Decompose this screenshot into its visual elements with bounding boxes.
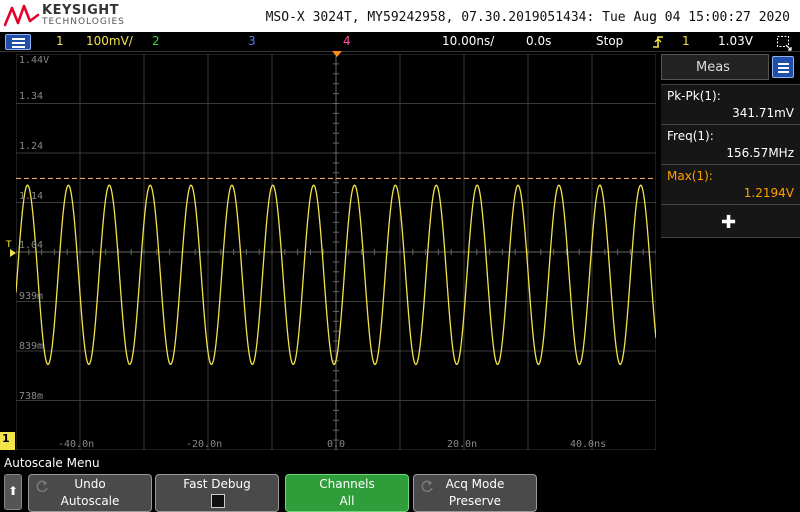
side-menu-button[interactable] [772,56,794,78]
y-tick-label: 1.24 [19,141,44,152]
meas-value: 1.2194V [743,186,794,200]
menu-icon [778,63,789,65]
ch1-label[interactable]: 1 [56,34,64,48]
undo-autoscale-button[interactable]: Undo Autoscale [28,474,152,512]
softkey-label: Undo [74,477,106,491]
ch2-label[interactable]: 2 [152,34,160,48]
y-tick-label: 1.34 [19,91,44,102]
y-tick-label: 1.04 [19,240,44,251]
x-tick-label: -40.0n [58,439,95,450]
softkey-label: Channels [319,477,375,491]
header-bar: KEYSIGHT TECHNOLOGIES MSO-X 3024T, MY592… [0,0,800,32]
x-tick-label: 40.0ns [570,439,607,450]
ch1-ground-marker[interactable]: 1 [0,432,15,450]
channels-button[interactable]: Channels All [285,474,409,512]
ch4-label[interactable]: 4 [343,34,351,48]
softkey-label: Fast Debug [183,477,251,491]
measurements-panel: Meas Pk-Pk(1): 341.71mV Freq(1): 156.57M… [661,54,800,450]
meas-value: 341.71mV [732,106,794,120]
softkey-menu-title: Autoscale Menu [4,456,100,470]
keysight-logo-icon [4,4,40,27]
brand-name: KEYSIGHT [42,3,119,18]
trigger-level[interactable]: 1.03V [718,34,753,48]
fast-debug-button[interactable]: Fast Debug [155,474,279,512]
instrument-info: MSO-X 3024T, MY59242958, 07.30.201905143… [265,10,790,25]
meas-label: Pk-Pk(1): [667,89,721,103]
y-tick-label: 839m [19,341,44,352]
delay-value[interactable]: 0.0s [526,34,551,48]
y-tick-label: 939m [19,291,44,302]
x-tick-label: 0.0 [327,439,346,450]
grid-lines [16,54,656,450]
trigger-source[interactable]: 1 [682,34,690,48]
y-tick-label: 738m [19,391,44,402]
y-tick-label: 1.44V [19,55,50,66]
up-arrow-icon: ⬆ [8,484,19,498]
meas-item-max[interactable]: Max(1): 1.2194V [661,164,800,204]
acq-mode-button[interactable]: Acq Mode Preserve [413,474,537,512]
menu-icon [12,38,25,40]
zoom-fit-icon[interactable] [776,35,792,51]
meas-label: Freq(1): [667,129,714,143]
status-bar: 1 100mV/ 2 3 4 10.00ns/ 0.0s Stop 1 1.03… [0,32,800,52]
x-tick-label: 20.0n [447,439,478,450]
meas-title: Meas [696,60,730,75]
softkey-area: Autoscale Menu ⬆ Undo Autoscale Fast Deb… [0,452,800,512]
trigger-level-arrow-icon[interactable] [10,249,16,257]
brand-subtitle: TECHNOLOGIES [42,17,125,27]
plus-icon: ✚ [721,212,737,233]
ch1-scale[interactable]: 100mV/ [86,34,133,48]
x-tick-label: -20.0n [186,439,223,450]
meas-tab[interactable]: Meas [661,54,769,80]
meas-item-freq[interactable]: Freq(1): 156.57MHz [661,124,800,164]
waveform-display[interactable] [16,54,656,450]
main-menu-button[interactable] [5,34,31,50]
softkey-sublabel: Autoscale [60,494,120,508]
softkey-label: Acq Mode [445,477,505,491]
ch3-label[interactable]: 3 [248,34,256,48]
timebase-value[interactable]: 10.00ns/ [442,34,494,48]
meas-item-pkpk[interactable]: Pk-Pk(1): 341.71mV [661,84,800,124]
softkey-sublabel: Preserve [448,494,502,508]
trigger-position-marker-icon[interactable] [332,51,342,57]
fast-debug-checkbox[interactable] [211,494,225,508]
run-state[interactable]: Stop [596,34,623,48]
graticule-grid [16,54,656,450]
trigger-edge-icon [653,36,663,48]
meas-label: Max(1): [667,169,713,183]
y-tick-label: 1.14 [19,191,44,202]
meas-value: 156.57MHz [726,146,794,160]
add-measurement-button[interactable]: ✚ [661,204,800,238]
softkey-sublabel: All [339,494,355,508]
menu-up-button[interactable]: ⬆ [4,474,22,510]
